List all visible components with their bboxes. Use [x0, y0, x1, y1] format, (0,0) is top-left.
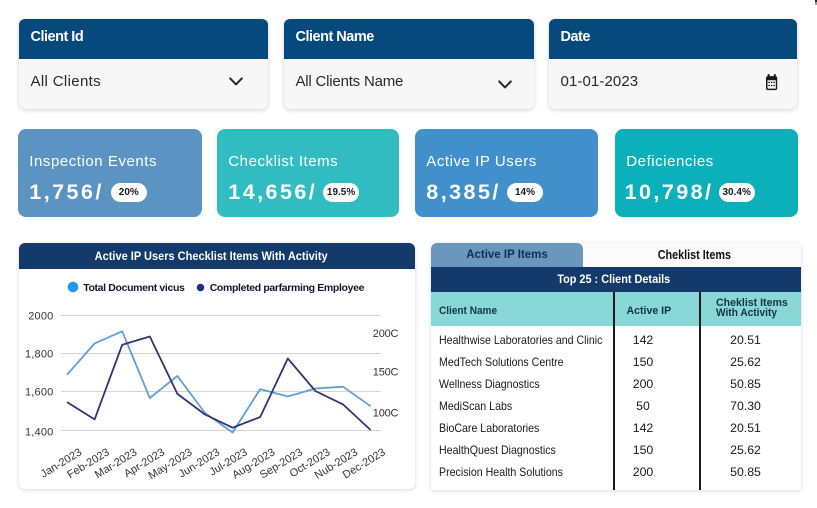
- svg-text:200C: 200C: [373, 328, 399, 340]
- svg-text:100C: 100C: [373, 408, 399, 420]
- svg-text:1,400: 1,400: [25, 427, 54, 439]
- svg-text:Completed parfarming Employee: Completed parfarming Employee: [210, 282, 365, 294]
- svg-text:Total Document vicus: Total Document vicus: [83, 282, 185, 294]
- svg-text:1,800: 1,800: [25, 348, 54, 360]
- svg-text:150C: 150C: [373, 367, 399, 379]
- svg-text:2000: 2000: [28, 310, 53, 322]
- svg-text:1,600: 1,600: [25, 386, 54, 398]
